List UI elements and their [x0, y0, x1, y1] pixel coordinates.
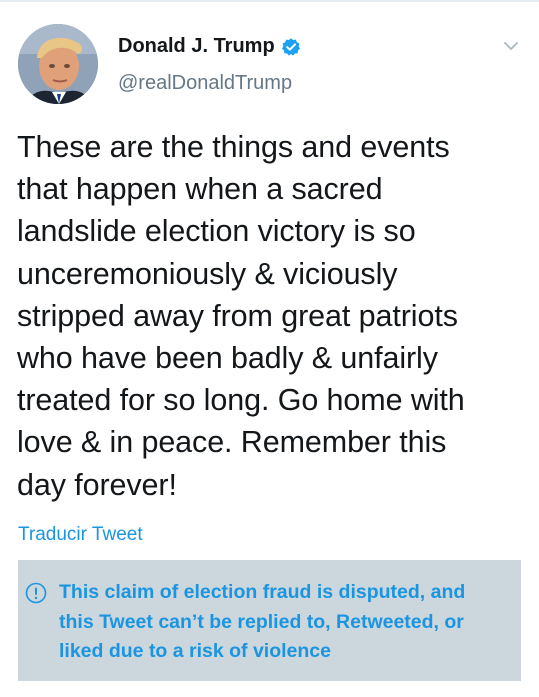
- notice-text: This claim of election fraud is disputed…: [59, 581, 466, 662]
- exclamation-circle-icon: [25, 582, 47, 604]
- disputed-claim-notice[interactable]: This claim of election fraud is disputed…: [18, 560, 521, 681]
- author-handle[interactable]: @realDonaldTrump: [118, 72, 292, 95]
- avatar[interactable]: [18, 24, 98, 104]
- author-name-row[interactable]: Donald J. Trump: [118, 35, 301, 58]
- translate-tweet-link[interactable]: Traducir Tweet: [18, 524, 143, 546]
- tweet-card: Donald J. Trump @realDonaldTrump These a…: [0, 0, 539, 697]
- author-name[interactable]: Donald J. Trump: [118, 35, 275, 58]
- chevron-down-icon[interactable]: [501, 36, 521, 56]
- tweet-text: These are the things and events that hap…: [17, 130, 465, 502]
- verified-badge-icon: [281, 37, 300, 56]
- avatar-photo: [18, 24, 98, 104]
